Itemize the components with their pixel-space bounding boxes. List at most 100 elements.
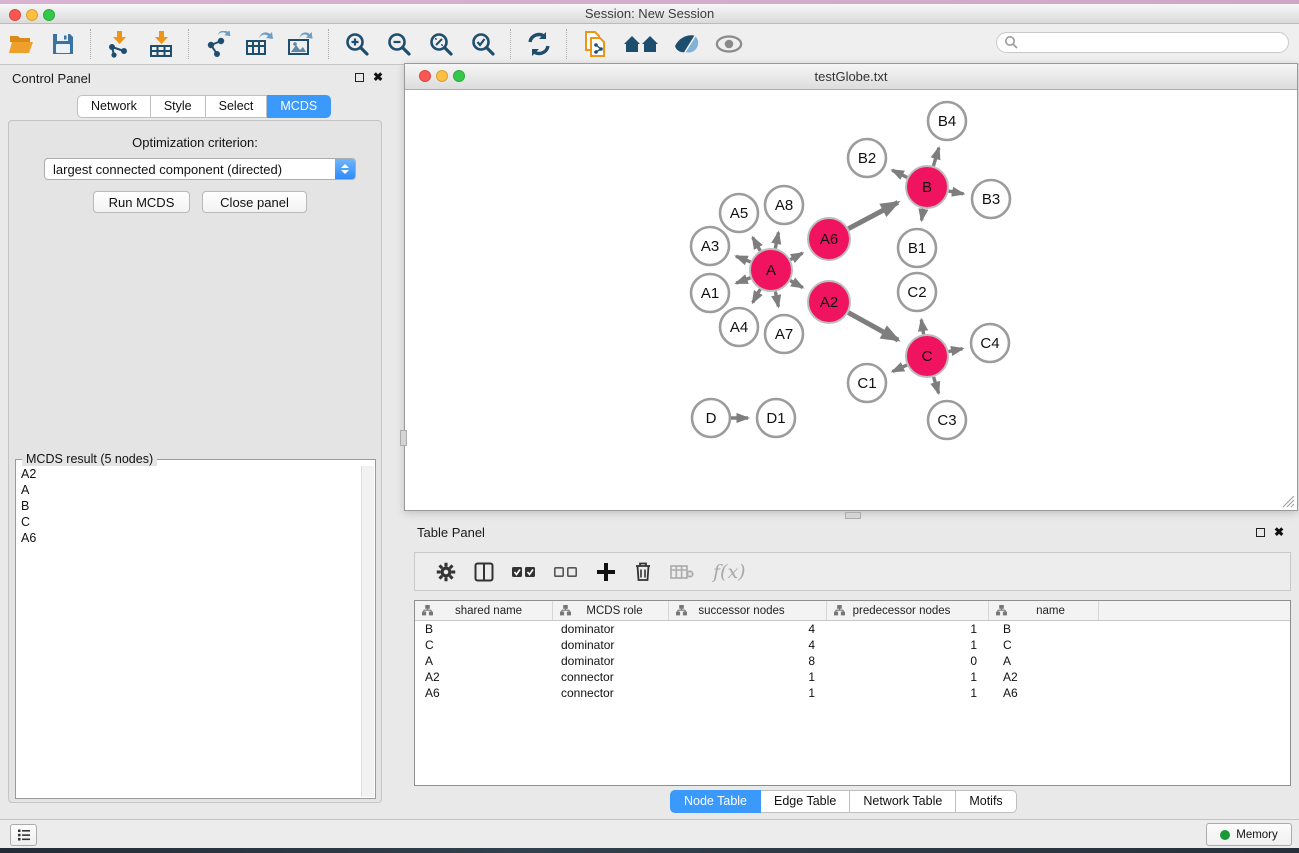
tab-select[interactable]: Select [206,95,268,118]
optimization-criterion-dropdown[interactable]: largest connected component (directed) [44,158,356,180]
import-table-icon[interactable] [147,30,175,58]
zoom-selected-icon[interactable] [469,30,497,58]
graph-edge-A6-B[interactable] [848,202,897,228]
memory-label: Memory [1236,829,1278,841]
column-header-name[interactable]: name [989,601,1099,620]
graph-edge-A2-C[interactable] [848,313,898,340]
node-table[interactable]: shared nameMCDS rolesuccessor nodesprede… [414,600,1291,786]
search-field[interactable] [996,32,1289,53]
delete-columns-icon[interactable] [634,561,652,582]
deselect-all-columns-icon[interactable] [554,566,578,578]
home-icon[interactable] [623,30,659,58]
tab-network-table[interactable]: Network Table [850,790,956,813]
toolbar-separator [188,29,190,59]
graph-edge-A-A8[interactable] [775,232,778,248]
split-view-icon[interactable] [474,562,494,582]
table-panel-toolbar: f(x) [414,552,1291,591]
export-network-icon[interactable] [203,30,231,58]
table-row[interactable]: A2connector11A2 [415,669,1290,685]
graph-edge-B-B2[interactable] [892,170,907,177]
column-header-successor-nodes[interactable]: successor nodes [669,601,827,620]
graph-edge-A-A4[interactable] [753,289,761,302]
zoom-out-icon[interactable] [385,30,413,58]
tab-motifs[interactable]: Motifs [956,790,1016,813]
toolbar-separator [510,29,512,59]
graph-edge-C-C1[interactable] [893,365,907,371]
table-close-panel-icon[interactable]: ✖ [1274,527,1284,537]
control-panel-window-buttons: ✖ [355,72,383,82]
graph-edge-A-A5[interactable] [753,237,761,250]
table-cell: A6 [415,686,553,700]
column-header-MCDS-role[interactable]: MCDS role [553,601,669,620]
mcds-result-item[interactable]: B [17,498,361,514]
duplicate-network-icon[interactable] [581,30,609,58]
table-float-panel-icon[interactable] [1256,528,1265,537]
network-graph[interactable]: B4B2BB3A8A5A6A3B1AC2A1A2A4A7C4CC1DD1C3 [405,89,1297,510]
graph-node-label: A2 [820,294,838,311]
zoom-in-icon[interactable] [343,30,371,58]
table-row[interactable]: Cdominator41C [415,637,1290,653]
graph-edge-B-B4[interactable] [933,148,938,166]
zoom-fit-icon[interactable] [427,30,455,58]
bottom-sash-handle[interactable] [845,512,861,519]
table-cell: A [989,654,1099,668]
graph-edge-A-A3[interactable] [736,256,750,262]
save-session-icon[interactable] [49,30,77,58]
graph-edge-C-C4[interactable] [949,349,963,352]
select-all-columns-icon[interactable] [512,566,536,578]
open-session-icon[interactable] [7,30,35,58]
mcds-result-item[interactable]: C [17,514,361,530]
dropdown-selected-value: largest connected component (directed) [45,162,335,177]
graph-edge-C-C2[interactable] [921,320,923,335]
graph-edge-C-C3[interactable] [934,377,939,393]
delete-table-icon[interactable] [670,564,694,580]
graph-edge-B-B1[interactable] [922,209,924,221]
table-row[interactable]: Adominator80A [415,653,1290,669]
function-builder-icon[interactable]: f(x) [713,561,746,583]
settings-icon[interactable] [436,562,456,582]
tab-network[interactable]: Network [77,95,151,118]
tab-mcds[interactable]: MCDS [267,95,331,118]
mcds-result-box: MCDS result (5 nodes) A2ABCA6 [15,459,376,799]
task-history-button[interactable] [10,824,37,846]
mcds-result-item[interactable]: A2 [17,466,361,482]
graph-edge-A-A2[interactable] [790,281,802,288]
refresh-icon[interactable] [525,30,553,58]
search-input[interactable] [1019,35,1288,51]
node-table-header: shared nameMCDS rolesuccessor nodesprede… [415,601,1290,621]
graph-edge-B-B3[interactable] [949,191,964,194]
mcds-result-item[interactable]: A6 [17,530,361,546]
close-panel-button[interactable]: Close panel [202,191,307,213]
graph-node-label: A7 [775,326,793,343]
float-panel-icon[interactable] [355,73,364,82]
mcds-result-item[interactable]: A [17,482,361,498]
graph-edge-A-A7[interactable] [775,292,778,307]
table-cell: 0 [827,654,989,668]
network-window-titlebar[interactable]: testGlobe.txt [405,64,1297,90]
export-image-icon[interactable] [287,30,315,58]
column-header-predecessor-nodes[interactable]: predecessor nodes [827,601,989,620]
resize-grip-icon[interactable] [1282,495,1295,508]
run-mcds-button[interactable]: Run MCDS [93,191,190,213]
add-column-icon[interactable] [596,562,616,582]
memory-button[interactable]: Memory [1206,823,1292,846]
table-row[interactable]: Bdominator41B [415,621,1290,637]
table-panel-window-buttons: ✖ [1256,527,1284,537]
graph-edge-A-A6[interactable] [790,253,802,259]
show-hide-icon[interactable] [715,30,743,58]
toolbar-separator [566,29,568,59]
graph-edge-A-A1[interactable] [736,278,750,283]
tab-edge-table[interactable]: Edge Table [761,790,850,813]
tab-style[interactable]: Style [151,95,206,118]
close-panel-icon[interactable]: ✖ [373,72,383,82]
mcds-result-scrollbar[interactable] [361,466,374,797]
left-sash-handle[interactable] [400,430,407,446]
dropdown-stepper-icon [335,159,355,179]
column-header-shared-name[interactable]: shared name [415,601,553,620]
table-cell: 1 [827,622,989,636]
import-network-icon[interactable] [105,30,133,58]
style-preview-icon[interactable] [673,30,701,58]
table-row[interactable]: A6connector11A6 [415,685,1290,701]
export-table-icon[interactable] [245,30,273,58]
tab-node-table[interactable]: Node Table [670,790,761,813]
